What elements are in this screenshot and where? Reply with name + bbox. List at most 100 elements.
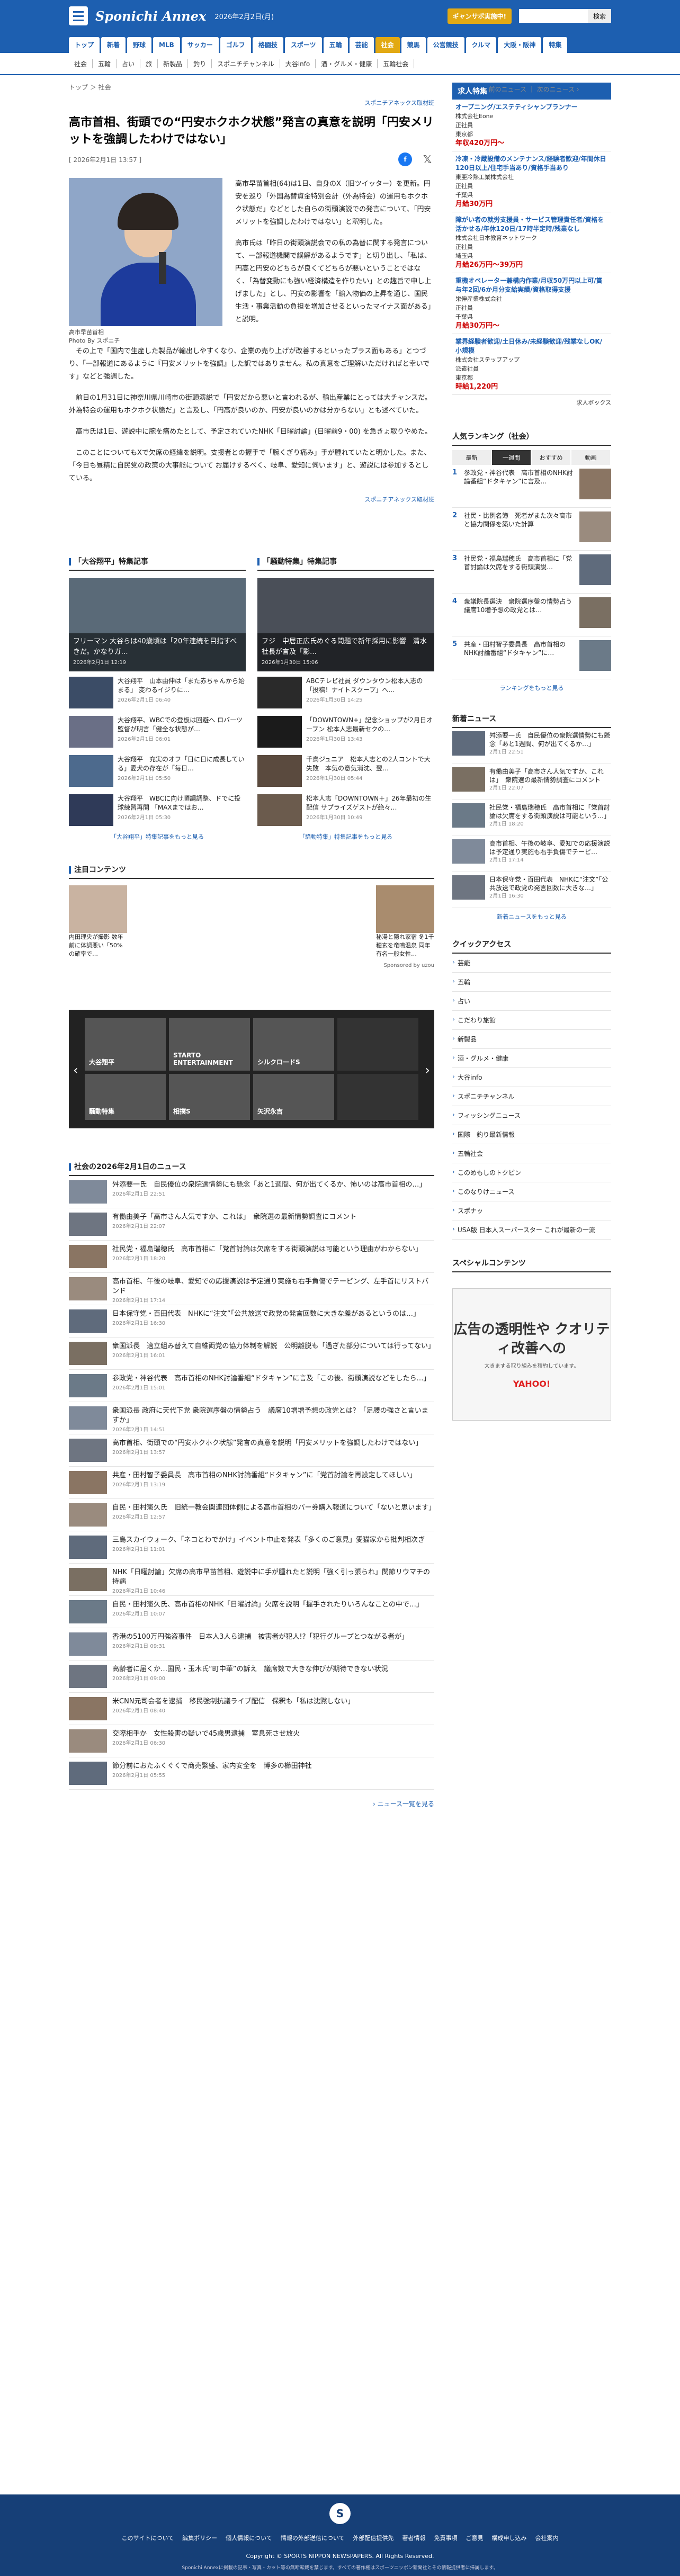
quick-access-item[interactable]: 国際 釣り最新情報: [452, 1125, 611, 1144]
attention-item[interactable]: 内田理央が撮影 数年前に体調悪い「50%の確率で…: [69, 885, 127, 959]
news-list-item[interactable]: 米CNN元司会者を逮捕 移民強制抗議ライブ配信 保釈も「私は沈黙しない」 2026…: [69, 1693, 434, 1725]
news-list-item[interactable]: 節分前におたふくぐくで商売繁盛、家内安全を 博多の櫛田神社 2026年2月1日 0…: [69, 1757, 434, 1790]
snav-item[interactable]: 社会: [69, 59, 93, 68]
snav-item[interactable]: 酒・グルメ・健康: [316, 59, 378, 68]
news-list-item[interactable]: 高齢者に届くか…国民・玉木氏“町中華”の訴え 議席数で大きな伸びが期待できない状…: [69, 1661, 434, 1693]
site-logo[interactable]: Sponichi Annex: [95, 8, 206, 24]
snav-item[interactable]: 占い: [117, 59, 141, 68]
quick-access-item[interactable]: 新製品: [452, 1030, 611, 1049]
gnav-item-active[interactable]: 社会: [375, 37, 400, 53]
news-list-item[interactable]: 自民・田村憲久氏、高市首相のNHK「日曜討論」欠席を説明「握手されたりいろんなこ…: [69, 1596, 434, 1628]
job-listing[interactable]: 障がい者の就労支援員・サービス管理責任者/資格を活かせる/年休120日/17時半…: [452, 212, 611, 273]
carousel-tile[interactable]: STARTO ENTERTAINMENT: [169, 1018, 250, 1071]
quick-access-item[interactable]: 五輪社会: [452, 1144, 611, 1163]
gnav-item[interactable]: MLB: [153, 37, 180, 53]
footer-link[interactable]: 会社案内: [535, 2535, 559, 2542]
quick-access-item[interactable]: フィッシングニュース: [452, 1106, 611, 1125]
special-item[interactable]: 千鳥ジュニア 松本人志との2人コントで大失敗 本気の意気消沈、翌… 2026年1月…: [257, 755, 434, 789]
gnav-item[interactable]: 野球: [127, 37, 152, 53]
news-list-item[interactable]: NHK「日曜討論」欠席の高市早苗首相、遊説中に手が腫れたと説明「強く引っ張られ」…: [69, 1564, 434, 1596]
carousel-tile[interactable]: 大谷翔平: [85, 1018, 166, 1071]
gnav-item[interactable]: 特集: [543, 37, 568, 53]
quick-access-item[interactable]: スポニチチャンネル: [452, 1087, 611, 1106]
ranking-item[interactable]: 1 参政党・神谷代表 高市首相のNHK討論番組“ドタキャン”に言及…: [452, 465, 611, 508]
special-item[interactable]: 松本人志「DOWNTOWN＋」26年最初の生配信 サプライズゲストが絶々… 202…: [257, 794, 434, 828]
side-news-item[interactable]: 社民党・福島瑞穂氏 高市首相に「党首討論は欠席をする街頭演説は可能という…」 2月…: [452, 800, 611, 836]
prev-news-link[interactable]: ‹ 前のニュース: [484, 86, 526, 93]
footer-link[interactable]: 編集ポリシー: [182, 2535, 217, 2542]
ad-banner[interactable]: 広告の透明性や クオリティ改善への 大きまする取り組みを積約しています。 YAH…: [452, 1288, 611, 1421]
special-item[interactable]: 「DOWNTOWN+」記念ショップが2月日オープン 松本人志最新セクの… 2026…: [257, 716, 434, 750]
attention-item[interactable]: 秘湯と隠れ家宿 冬1千穂玄を竜鳴温泉 同年有名一般女性…: [376, 885, 434, 959]
snav-item[interactable]: 五輪: [93, 59, 117, 68]
gnav-item[interactable]: スポーツ: [284, 37, 322, 53]
special-item[interactable]: 大谷翔平、WBCでの登板は回避へ ロバーツ監督が明言「健全な状態が… 2026年2…: [69, 716, 246, 750]
news-list-item[interactable]: 有働由美子「高市さん人気ですか、これは」 衆院選の最新情勢調査にコメント 2026…: [69, 1208, 434, 1241]
next-news-link[interactable]: 次のニュース ›: [537, 86, 579, 93]
snav-item[interactable]: 大谷info: [280, 59, 316, 68]
quick-access-item[interactable]: このめもしのトクピン: [452, 1163, 611, 1182]
ranking-item[interactable]: 5 共産・田村智子委員長 高市首相のNHK討論番組“ドタキャン”に…: [452, 636, 611, 679]
special-more-link[interactable]: 「大谷翔平」特集記事をもっと見る: [69, 832, 246, 841]
facebook-share-icon[interactable]: f: [398, 152, 412, 166]
news-list-item[interactable]: 舛添要一氏 自民優位の衆院選情勢にも懸念「あと1週間、何が出てくるか、怖いのは高…: [69, 1176, 434, 1208]
menu-icon[interactable]: [69, 6, 88, 25]
news-list-item[interactable]: 参政党・神谷代表 高市首相のNHK討論番組“ドタキャン”に言及「この後、街頭演説…: [69, 1370, 434, 1402]
news-list-item[interactable]: 社民党・福島瑞穂氏 高市首相に「党首討論は欠席をする街頭演説は可能という理由がわ…: [69, 1241, 434, 1273]
special-feature-card[interactable]: フリーマン 大谷らは40歳頃は「20年連続を目指すべきだ。かなりガ… 2026年2…: [69, 578, 246, 671]
quick-access-item[interactable]: 大谷info: [452, 1068, 611, 1087]
ranking-tab[interactable]: 最新: [452, 450, 491, 465]
snav-item[interactable]: 釣り: [188, 59, 212, 68]
breadcrumb-social[interactable]: 社会: [99, 84, 111, 91]
gnav-item[interactable]: 新着: [101, 37, 126, 53]
ranking-more-link[interactable]: ランキングをもっと見る: [452, 684, 611, 692]
gnav-item[interactable]: ゴルフ: [220, 37, 251, 53]
quick-access-item[interactable]: スポナッ: [452, 1201, 611, 1220]
job-listing[interactable]: 重機オペレーター兼構内作業/月収50万円以上可/賞与年2回/6か月分支給実績/資…: [452, 273, 611, 334]
quick-access-item[interactable]: 芸能: [452, 954, 611, 973]
quick-access-item[interactable]: 占い: [452, 992, 611, 1011]
gnav-item[interactable]: 五輪: [323, 37, 348, 53]
job-listing[interactable]: オープニング/エステティシャンプランナー 株式会社Eone 正社員 東京都 年収420万…: [452, 100, 611, 151]
ranking-item[interactable]: 2 社民・比例名簿 死者がまた次々高市と協力関係を築いた計算: [452, 508, 611, 551]
snav-item[interactable]: 新製品: [158, 59, 189, 68]
special-item[interactable]: ABCテレビ社員 ダウンタウン松本人志の「投稿！ナイトスクープ」へ… 2026年1…: [257, 677, 434, 711]
special-item[interactable]: 大谷翔平 WBCに向け順調調整、ドでに投球練習再開 「MAXまではお… 2026年…: [69, 794, 246, 828]
snav-item[interactable]: 旅: [140, 59, 158, 68]
side-news-item[interactable]: 舛添要一氏 自民優位の衆院選情勢にも懸念「あと1週間、何が出てくるか…」 2月1日…: [452, 728, 611, 764]
news-list-item[interactable]: 高市首相、街頭での“円安ホクホク状態”発言の真意を説明「円安メリットを強調したわ…: [69, 1434, 434, 1467]
footer-link[interactable]: 免責事項: [434, 2535, 458, 2542]
carousel-prev-icon[interactable]: ‹: [73, 1063, 78, 1078]
carousel-tile[interactable]: シルクロードS: [253, 1018, 334, 1071]
gnav-item[interactable]: 格闘技: [252, 37, 283, 53]
news-list-item[interactable]: 日本保守党・百田代表 NHKに“注文”「公共放送で政党の発言回数に大きな差がある…: [69, 1305, 434, 1338]
footer-link[interactable]: 情報の外部送信について: [281, 2535, 345, 2542]
side-news-more-link[interactable]: 新着ニュースをもっと見る: [452, 912, 611, 921]
quick-access-item[interactable]: USA版 日本人スーパースター これが最新の一流: [452, 1220, 611, 1240]
ranking-tab[interactable]: 動画: [571, 450, 610, 465]
quick-access-item[interactable]: このなりけニュース: [452, 1182, 611, 1201]
smart-campaign-button[interactable]: ギャンサポ実施中!: [447, 8, 512, 24]
ranking-item[interactable]: 4 衆議院長選決 衆院選序盤の情勢占う 議席10増予想の政党とは…: [452, 594, 611, 636]
gnav-item[interactable]: 公営競技: [427, 37, 464, 53]
special-more-link[interactable]: 「騒動特集」特集記事をもっと見る: [257, 832, 434, 841]
article-photo[interactable]: [69, 178, 222, 326]
carousel-tile-empty[interactable]: [337, 1073, 418, 1120]
footer-link[interactable]: このサイトについて: [121, 2535, 174, 2542]
news-list-item[interactable]: 共産・田村智子委員長 高市首相のNHK討論番組“ドタキャン”に「党首討論を再設定…: [69, 1467, 434, 1499]
job-listing[interactable]: 冷凍・冷蔵設備のメンテナンス/経験者歓迎/年間休日120日以上/住宅手当あり/資…: [452, 151, 611, 212]
special-item[interactable]: 大谷翔平 充実のオフ「日に日に成長している」愛犬の存在が「毎日… 2026年2月1…: [69, 755, 246, 789]
side-news-item[interactable]: 有働由美子「高市さん人気ですか、これは」 衆院選の最新情勢調査にコメント 2月1日…: [452, 764, 611, 800]
carousel-next-icon[interactable]: ›: [425, 1063, 430, 1078]
gnav-item[interactable]: 大阪・阪神: [498, 37, 542, 53]
news-list-item[interactable]: 交際相手か 女性殺害の疑いで45歳男逮捕 室息死させ放火 2026年2月1日 06…: [69, 1725, 434, 1757]
quick-access-item[interactable]: こだわり旅館: [452, 1011, 611, 1030]
quick-access-item[interactable]: 五輪: [452, 973, 611, 992]
search-button[interactable]: 検索: [588, 9, 611, 23]
breadcrumb-top[interactable]: トップ: [69, 84, 88, 91]
news-list-item[interactable]: 自民・田村憲久氏 旧統一教会関連団体側による高市首相のパー券購入報道について「な…: [69, 1499, 435, 1531]
gnav-item[interactable]: トップ: [69, 37, 100, 53]
news-list-item[interactable]: 三島スカイウォーク、「ネコとわでかけ」イベント中止を発表「多くのご意見」愛猫家か…: [69, 1531, 434, 1564]
news-list-item[interactable]: 衆国派長 政府に天代下党 衆院選序盤の情勢占う 議席10増増予想の政党とは？「足…: [69, 1402, 434, 1434]
footer-link[interactable]: ご意見: [466, 2535, 484, 2542]
